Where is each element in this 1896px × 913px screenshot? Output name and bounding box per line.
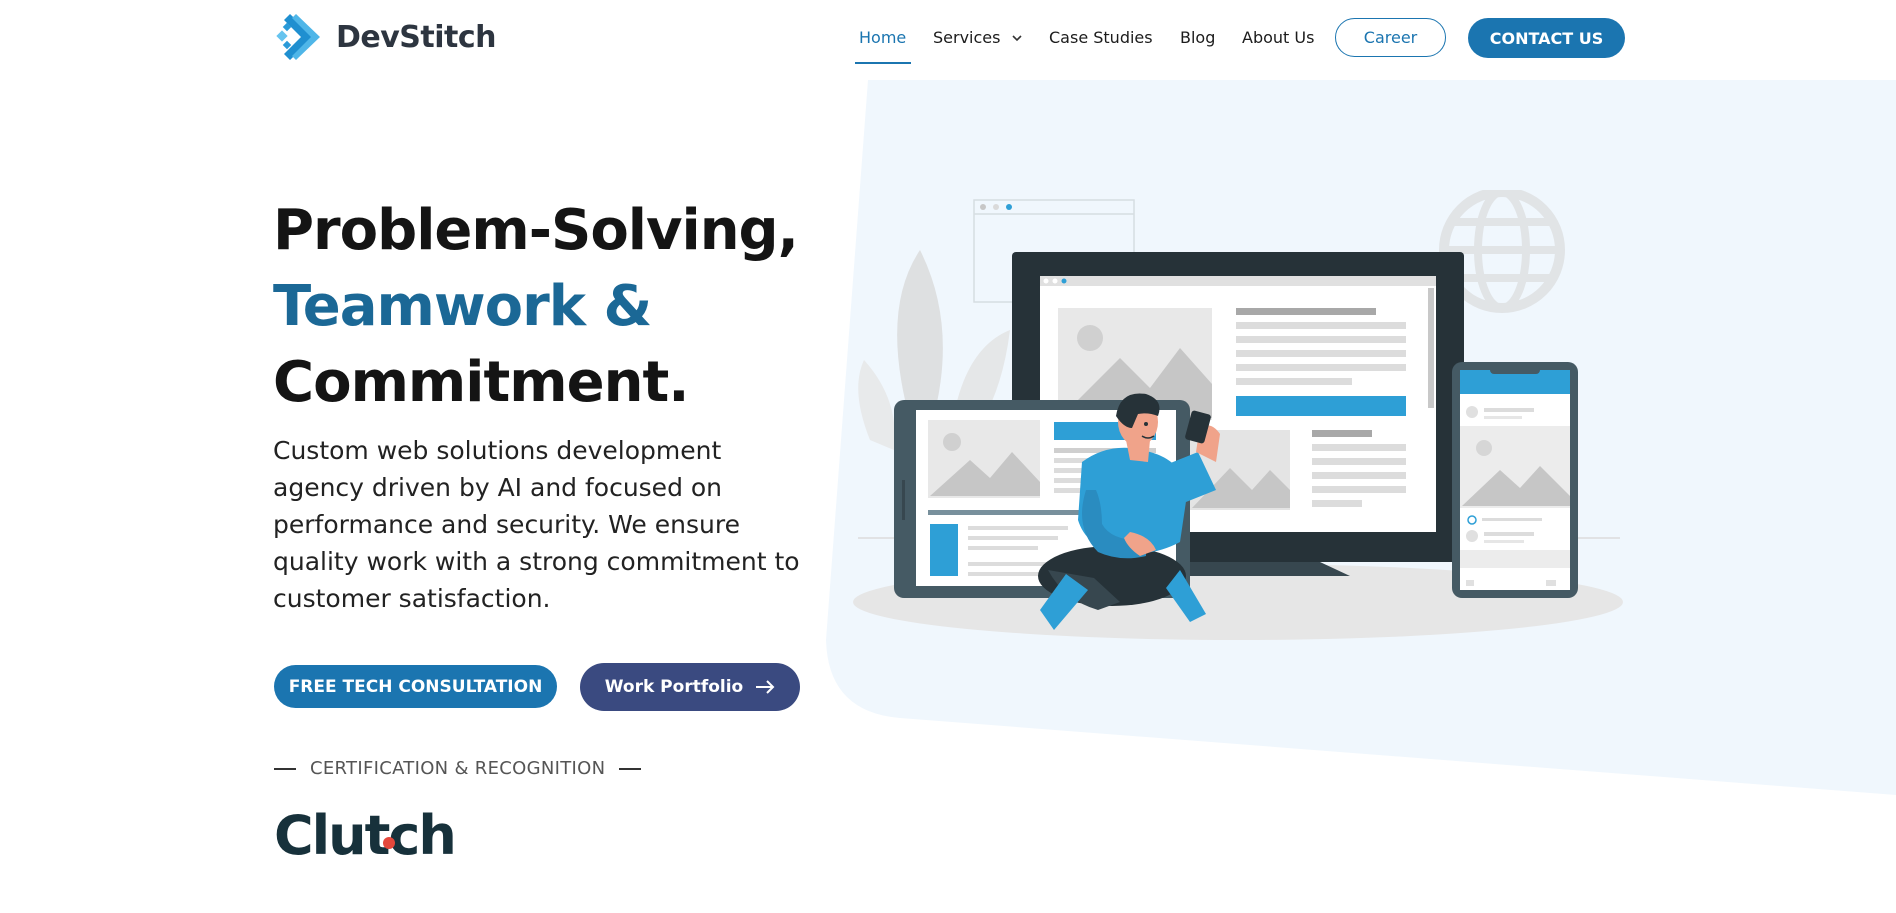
certification-heading-text: CERTIFICATION & RECOGNITION xyxy=(310,758,606,779)
free-tech-consultation-button[interactable]: FREE TECH CONSULTATION xyxy=(274,665,557,708)
plant-leaf xyxy=(858,360,895,450)
clutch-dot-icon xyxy=(383,837,395,849)
nav-item-services[interactable]: Services xyxy=(933,28,1022,47)
divider xyxy=(619,767,642,770)
site-header: DevStitch Home Services Case Studies Blo… xyxy=(0,0,1896,78)
nav-item-home[interactable]: Home xyxy=(859,28,906,47)
hero-title-line-2: Teamwork & xyxy=(273,274,652,339)
career-button[interactable]: Career xyxy=(1335,18,1446,57)
arrow-right-icon xyxy=(756,680,775,694)
nav-item-case-studies[interactable]: Case Studies xyxy=(1049,28,1153,47)
nav-active-indicator xyxy=(855,62,911,64)
divider xyxy=(274,767,296,770)
work-portfolio-button[interactable]: Work Portfolio xyxy=(580,663,800,711)
clutch-logo-text: Clutch xyxy=(274,804,457,867)
work-portfolio-label: Work Portfolio xyxy=(604,677,744,697)
hero-description: Custom web solutions development agency … xyxy=(273,436,800,613)
smartphone-device xyxy=(1452,362,1578,598)
hero-illustration xyxy=(853,190,1623,640)
nav-item-services-label: Services xyxy=(933,28,1001,47)
certification-heading: CERTIFICATION & RECOGNITION xyxy=(274,758,642,779)
chevron-down-icon xyxy=(1011,35,1022,42)
hero-title: Problem-Solving, Teamwork & Commitment. xyxy=(273,193,799,421)
hero-title-line-1: Problem-Solving, xyxy=(273,198,799,263)
hero-title-line-3: Commitment. xyxy=(273,350,689,415)
nav-item-about-us[interactable]: About Us xyxy=(1242,28,1314,47)
clutch-logo[interactable]: Clutch xyxy=(274,804,457,868)
contact-us-button[interactable]: CONTACT US xyxy=(1468,18,1625,58)
nav-item-blog[interactable]: Blog xyxy=(1180,28,1215,47)
